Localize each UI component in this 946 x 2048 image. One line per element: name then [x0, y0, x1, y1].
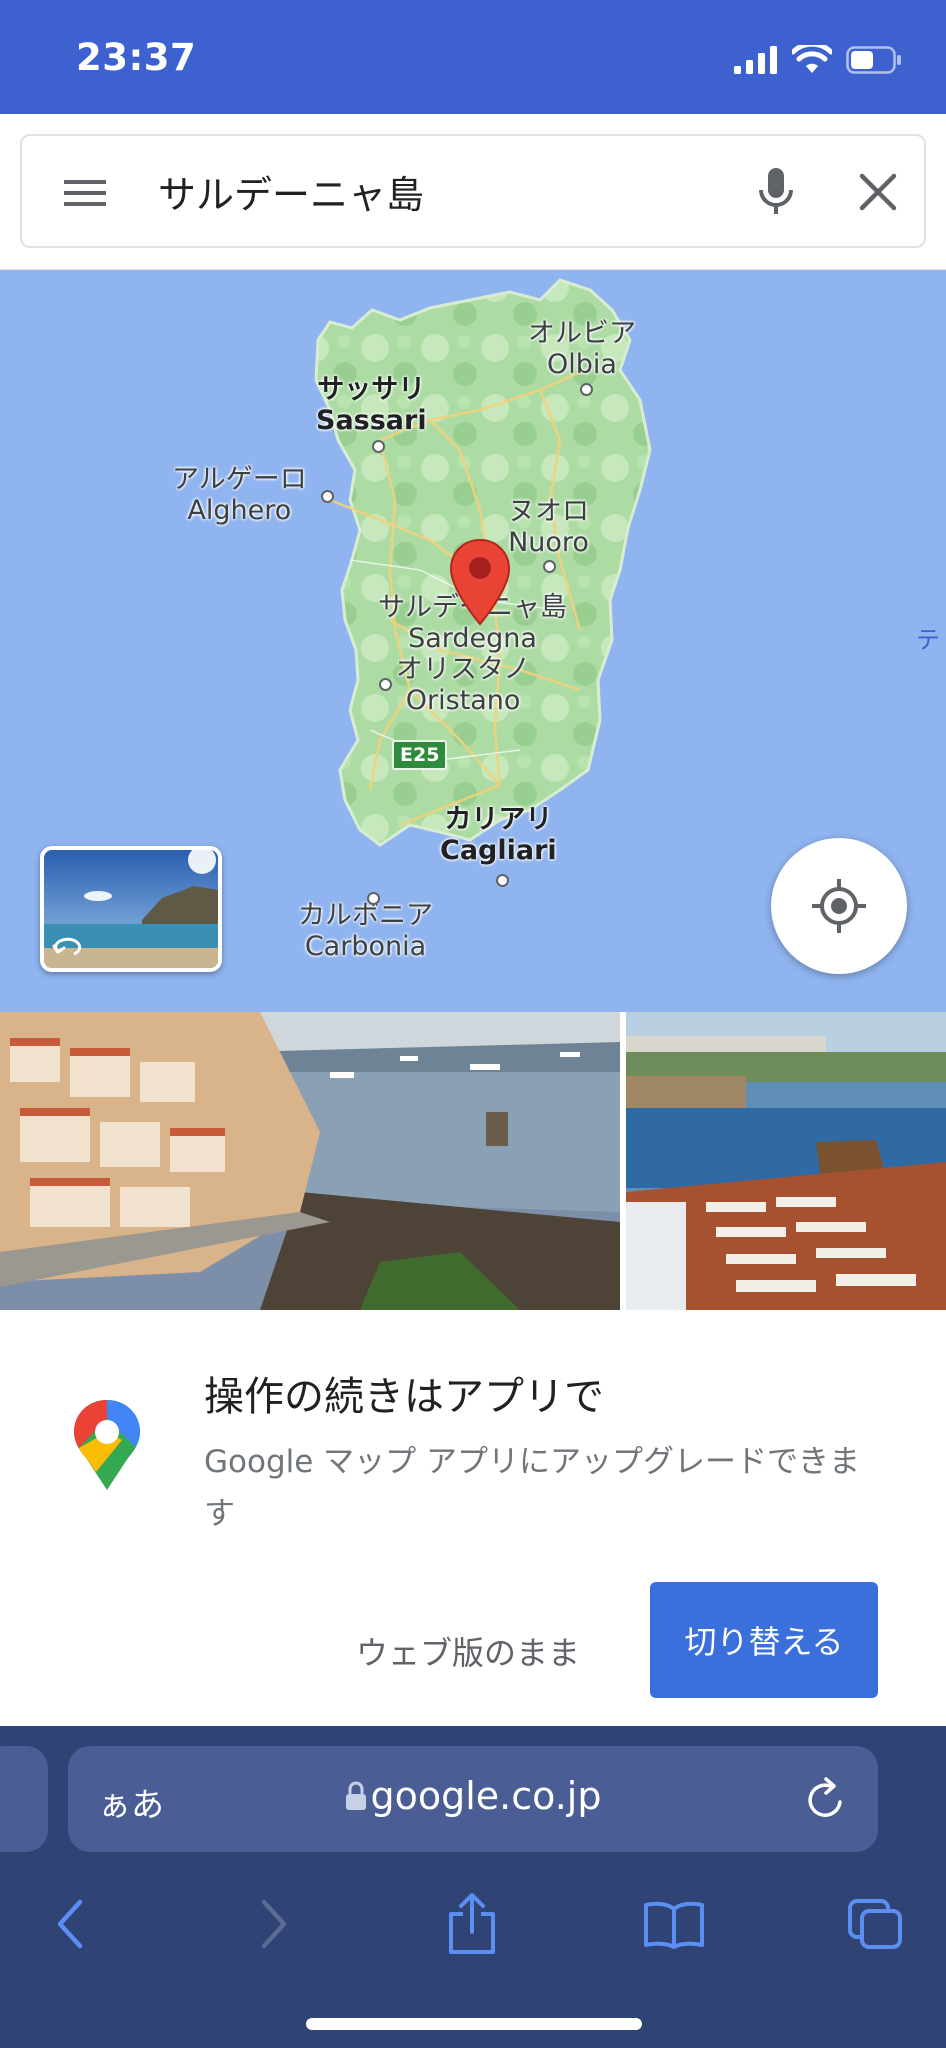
map-label-olbia[interactable]: オルビア Olbia: [528, 318, 636, 380]
map-label-sassari[interactable]: サッサリ Sassari: [316, 374, 427, 436]
map-label-cagliari[interactable]: カリアリ Cagliari: [440, 804, 557, 866]
stay-on-web-button[interactable]: ウェブ版のまま: [356, 1614, 580, 1688]
reload-icon[interactable]: [804, 1776, 848, 1822]
photo-beach-club[interactable]: [626, 1012, 946, 1310]
map-label-carbonia-en: Carbonia: [304, 931, 427, 962]
prompt-body: Google マップ アプリにアップグレードできます: [204, 1444, 861, 1532]
map-label-alghero-jp: アルゲーロ: [172, 464, 307, 495]
place-photos: [0, 1012, 946, 1310]
map-label-sassari-jp: サッサリ: [317, 374, 426, 405]
street-view-thumbnail[interactable]: [40, 846, 222, 972]
home-indicator[interactable]: [306, 2018, 642, 2030]
photo-harbor-town-image: [0, 1012, 620, 1310]
search-box[interactable]: サルデーニャ島: [20, 134, 926, 248]
close-icon[interactable]: [852, 166, 904, 218]
map-label-carbonia[interactable]: カルボニア Carbonia: [298, 900, 433, 962]
my-location-button[interactable]: [771, 838, 907, 974]
forward-button[interactable]: [244, 1874, 304, 1974]
city-dot-nuoro: [543, 560, 556, 573]
city-dot-oristano: [379, 678, 392, 691]
address-bar[interactable]: ぁあ google.co.jp: [68, 1746, 878, 1852]
city-dot-cagliari: [496, 874, 509, 887]
location-pin-icon[interactable]: [448, 538, 512, 628]
tabs-icon: [848, 1899, 902, 1949]
wifi-icon: [792, 45, 832, 73]
url-display[interactable]: google.co.jp: [68, 1774, 878, 1818]
search-header: サルデーニャ島: [0, 114, 946, 270]
photo-harbor-town[interactable]: [0, 1012, 620, 1310]
open-in-app-prompt: 操作の続きはアプリで Google マップ アプリにアップグレードできます ウェ…: [0, 1310, 946, 1726]
map-label-olbia-jp: オルビア: [528, 318, 636, 349]
map-label-alghero[interactable]: アルゲーロ Alghero: [172, 464, 307, 526]
street-view-preview-image: [44, 850, 218, 968]
lock-icon: [345, 1781, 366, 1810]
status-bar: 23:37: [0, 0, 946, 114]
battery-icon: [846, 46, 901, 74]
bookmarks-button[interactable]: [636, 1874, 712, 1974]
map-label-alghero-en: Alghero: [187, 495, 292, 526]
status-icons: [734, 40, 902, 80]
my-location-icon: [812, 879, 866, 933]
map-edge-label: テ: [916, 626, 940, 654]
city-dot-olbia: [580, 383, 593, 396]
map-view[interactable]: オルビア Olbia サッサリ Sassari アルゲーロ Alghero ヌオ…: [0, 270, 946, 1012]
cellular-signal-icon: [734, 46, 777, 74]
city-dot-sassari: [372, 440, 385, 453]
status-time: 23:37: [76, 36, 197, 79]
google-maps-logo-icon: [74, 1400, 140, 1490]
map-label-sassari-en: Sassari: [316, 405, 427, 436]
browser-bottom-bar: ぁあ google.co.jp: [0, 1726, 946, 2048]
city-dot-carbonia: [367, 892, 380, 905]
prompt-title: 操作の続きはアプリで: [204, 1374, 604, 1420]
previous-tab-peek[interactable]: [0, 1746, 48, 1852]
city-dot-alghero: [321, 490, 334, 503]
map-label-cagliari-en: Cagliari: [440, 835, 557, 866]
road-badge-e25: E25: [392, 740, 448, 770]
tabs-button[interactable]: [840, 1874, 910, 1974]
microphone-icon[interactable]: [756, 166, 796, 218]
map-label-olbia-en: Olbia: [547, 349, 617, 380]
forward-icon: [261, 1899, 287, 1949]
back-button[interactable]: [40, 1874, 100, 1974]
map-label-oristano-en: Oristano: [405, 685, 521, 716]
map-label-nuoro[interactable]: ヌオロ Nuoro: [508, 496, 589, 558]
share-button[interactable]: [440, 1874, 504, 1974]
map-label-nuoro-jp: ヌオロ: [508, 496, 589, 527]
bookmarks-icon: [644, 1901, 704, 1949]
map-label-carbonia-jp: カルボニア: [298, 900, 433, 931]
map-label-nuoro-en: Nuoro: [508, 527, 589, 558]
photo-beach-club-image: [626, 1012, 946, 1310]
url-domain-text: google.co.jp: [370, 1774, 602, 1818]
map-label-oristano[interactable]: オリスタノ Oristano: [396, 654, 530, 716]
share-icon: [449, 1893, 495, 1954]
browser-toolbar: [0, 1874, 946, 1974]
switch-to-app-button[interactable]: 切り替える: [650, 1582, 878, 1698]
search-input[interactable]: サルデーニャ島: [158, 164, 424, 219]
back-icon: [57, 1899, 83, 1949]
hamburger-menu-icon[interactable]: [62, 170, 108, 216]
map-label-oristano-jp: オリスタノ: [396, 654, 531, 685]
map-label-cagliari-jp: カリアリ: [444, 804, 553, 835]
